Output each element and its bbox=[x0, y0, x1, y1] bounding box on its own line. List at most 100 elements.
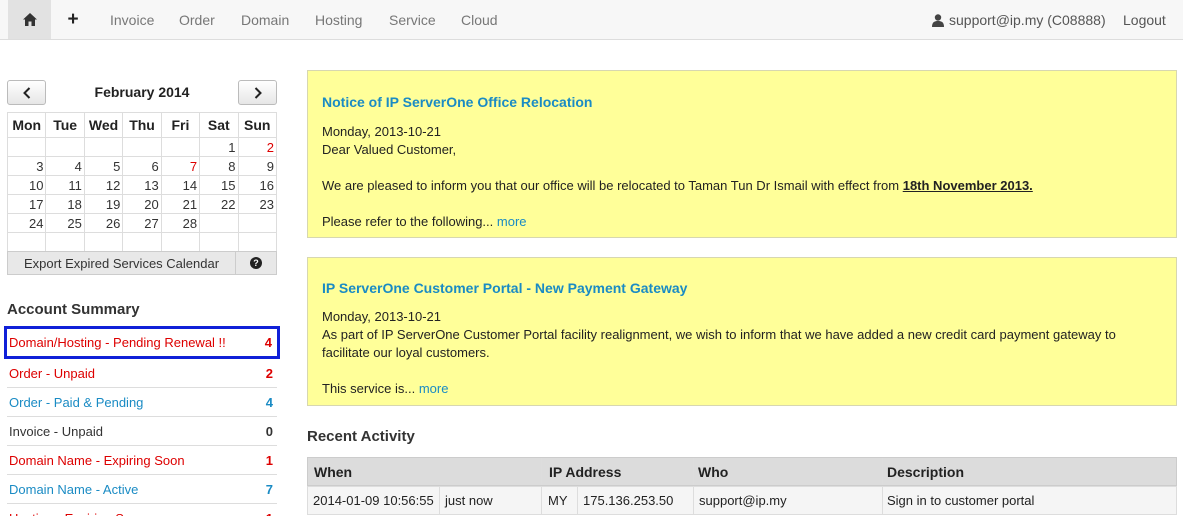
nav-invoice[interactable]: Invoice bbox=[110, 12, 154, 28]
calendar-date-cell[interactable]: 19 bbox=[83, 194, 124, 214]
notice-title[interactable]: Notice of IP ServerOne Office Relocation bbox=[322, 94, 592, 110]
calendar-date-cell bbox=[83, 232, 124, 252]
calendar-date-cell[interactable]: 20 bbox=[122, 194, 162, 214]
activity-relative-time: just now bbox=[445, 493, 493, 508]
calendar-date-cell[interactable]: 2 bbox=[237, 137, 278, 157]
notice-title[interactable]: IP ServerOne Customer Portal - New Payme… bbox=[322, 280, 687, 296]
calendar-prev-button[interactable] bbox=[7, 80, 46, 105]
calendar-date-cell[interactable]: 10 bbox=[6, 175, 47, 195]
recent-activity-title: Recent Activity bbox=[307, 428, 415, 445]
calendar-date-cell[interactable]: 18 bbox=[45, 194, 85, 214]
calendar-date-cell[interactable]: 25 bbox=[45, 213, 85, 233]
calendar-date-cell[interactable]: 8 bbox=[199, 156, 239, 176]
account-summary-count: 1 bbox=[265, 452, 273, 468]
plus-icon: + bbox=[67, 8, 79, 30]
account-summary-item[interactable]: Domain Name - Expiring Soon 1 bbox=[7, 446, 277, 475]
calendar-date-cell[interactable]: 23 bbox=[237, 194, 278, 214]
calendar-date-cell[interactable]: 5 bbox=[83, 156, 124, 176]
calendar-next-button[interactable] bbox=[238, 80, 277, 105]
calendar-date-cell[interactable]: 4 bbox=[45, 156, 85, 176]
calendar-date-cell[interactable]: 11 bbox=[45, 175, 85, 195]
account-summary-item[interactable]: Order - Paid & Pending 4 bbox=[7, 388, 277, 417]
calendar-date-cell bbox=[45, 232, 85, 252]
calendar-date-cell[interactable]: 6 bbox=[122, 156, 162, 176]
calendar-date-cell bbox=[122, 232, 162, 252]
calendar-date-cell[interactable]: 7 bbox=[160, 156, 201, 176]
calendar-date-cell[interactable]: 16 bbox=[237, 175, 278, 195]
notice-date: Monday, 2013-10-21 bbox=[322, 309, 442, 324]
account-summary-label: Domain Name - Active bbox=[9, 481, 139, 497]
notice-body: We are pleased to inform you that our of… bbox=[322, 178, 1033, 193]
calendar-date-cell[interactable]: 13 bbox=[122, 175, 162, 195]
home-icon bbox=[22, 13, 37, 26]
calendar-date-cell[interactable]: 14 bbox=[160, 175, 201, 195]
account-summary-label: Invoice - Unpaid bbox=[9, 423, 103, 439]
chevron-left-icon bbox=[22, 86, 30, 99]
calendar-date-cell bbox=[199, 232, 239, 252]
activity-description: Sign in to customer portal bbox=[887, 493, 1035, 508]
logout-link[interactable]: Logout bbox=[1123, 12, 1166, 28]
account-summary-item[interactable]: Domain Name - Active 7 bbox=[7, 475, 277, 504]
column-header-who: Who bbox=[698, 464, 729, 480]
calendar-date-cell[interactable]: 27 bbox=[122, 213, 162, 233]
notice-card: Notice of IP ServerOne Office Relocation… bbox=[307, 70, 1177, 238]
nav-cloud[interactable]: Cloud bbox=[461, 12, 498, 28]
calendar-date-cell[interactable]: 26 bbox=[83, 213, 124, 233]
calendar-date-cell bbox=[122, 137, 162, 157]
nav-domain[interactable]: Domain bbox=[241, 12, 289, 28]
notice-more-link[interactable]: more bbox=[419, 381, 449, 396]
account-summary-item[interactable]: Invoice - Unpaid 0 bbox=[7, 417, 277, 446]
account-summary-count: 0 bbox=[265, 423, 273, 439]
nav-service[interactable]: Service bbox=[389, 12, 436, 28]
nav-hosting[interactable]: Hosting bbox=[315, 12, 362, 28]
calendar-grid: Mon Tue Wed Thu Fri Sat Sun 1 2 3 4 5 6 7 8 9 10 11 12 13 1… bbox=[6, 112, 278, 252]
calendar-date-cell[interactable]: 9 bbox=[237, 156, 278, 176]
notice-teaser-text: Please refer to the following... bbox=[322, 214, 494, 229]
calendar-week-row: 17 18 19 20 21 22 23 bbox=[6, 194, 278, 214]
top-navbar: + Invoice Order Domain Hosting Service C… bbox=[0, 0, 1183, 40]
calendar-week-row: 3456789 bbox=[6, 156, 278, 176]
calendar-date-cell[interactable]: 15 bbox=[199, 175, 239, 195]
activity-timestamp: 2014-01-09 10:56:55 bbox=[313, 493, 434, 508]
calendar-date-cell[interactable]: 17 bbox=[6, 194, 47, 214]
account-summary-label: Domain Name - Expiring Soon bbox=[9, 452, 185, 468]
home-button[interactable] bbox=[8, 0, 51, 39]
question-icon: ? bbox=[250, 257, 262, 269]
account-summary-item[interactable]: Domain/Hosting - Pending Renewal !! 4 bbox=[4, 326, 280, 359]
notice-teaser: This service is... more bbox=[322, 381, 448, 396]
calendar-date-cell[interactable]: 21 bbox=[160, 194, 201, 214]
add-button[interactable]: + bbox=[58, 0, 88, 39]
activity-ip: 175.136.253.50 bbox=[583, 493, 674, 508]
account-summary-count: 4 bbox=[265, 394, 273, 410]
account-summary-item[interactable]: Order - Unpaid 2 bbox=[7, 359, 277, 388]
calendar-date-cell[interactable]: 1 bbox=[199, 137, 239, 157]
calendar-day-header: Sat bbox=[199, 112, 239, 138]
calendar-help-button[interactable]: ? bbox=[236, 251, 277, 275]
chevron-right-icon bbox=[254, 86, 262, 99]
calendar-month-title: February 2014 bbox=[94, 84, 190, 100]
calendar-date-cell[interactable]: 12 bbox=[83, 175, 124, 195]
calendar-date-cell[interactable]: 22 bbox=[199, 194, 239, 214]
account-summary-list: Domain/Hosting - Pending Renewal !! 4 Orde… bbox=[4, 326, 280, 516]
notice-body-text: We are pleased to inform you that our of… bbox=[322, 178, 900, 193]
user-menu[interactable]: support@ip.my (C08888) bbox=[932, 12, 1106, 28]
notice-more-link[interactable]: more bbox=[497, 214, 527, 229]
column-header-description: Description bbox=[887, 464, 965, 480]
account-summary-label: Hosting - Expiring Soon bbox=[9, 511, 146, 516]
calendar-date-cell[interactable]: 28 bbox=[160, 213, 201, 233]
account-summary-label: Domain/Hosting - Pending Renewal !! bbox=[9, 335, 226, 350]
calendar-date-cell[interactable]: 3 bbox=[6, 156, 47, 176]
account-summary-count: 7 bbox=[265, 481, 273, 497]
calendar-date-cell[interactable]: 24 bbox=[6, 213, 47, 233]
nav-order[interactable]: Order bbox=[179, 12, 215, 28]
account-summary-item[interactable]: Hosting - Expiring Soon 1 bbox=[7, 504, 277, 516]
account-summary-count: 2 bbox=[265, 365, 273, 381]
activity-country: MY bbox=[548, 493, 568, 508]
notice-teaser: Please refer to the following... more bbox=[322, 214, 527, 229]
account-summary-label: Order - Unpaid bbox=[9, 365, 95, 381]
calendar-date-cell bbox=[237, 232, 278, 252]
calendar-day-header: Mon bbox=[6, 112, 47, 138]
export-expired-calendar-button[interactable]: Export Expired Services Calendar bbox=[7, 251, 236, 275]
calendar-date-cell bbox=[160, 232, 201, 252]
calendar-day-header: Sun bbox=[237, 112, 278, 138]
